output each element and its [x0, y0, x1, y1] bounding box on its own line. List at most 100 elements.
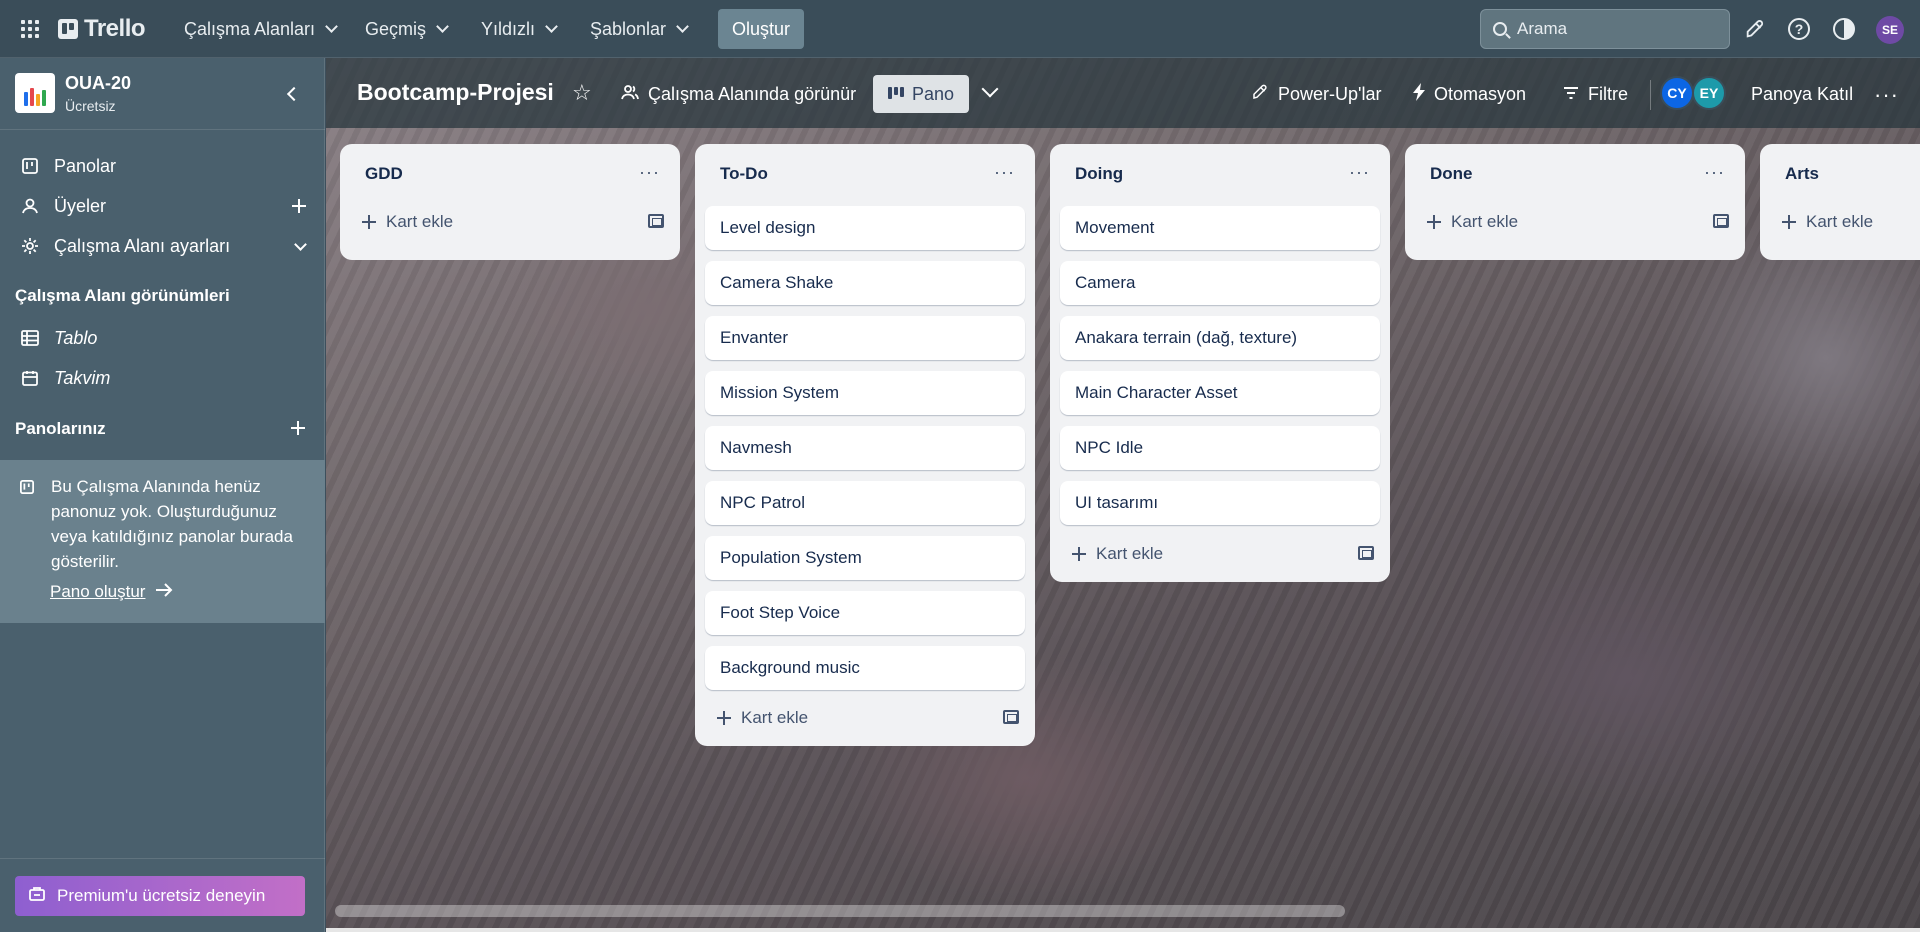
create-board-link[interactable]: Pano oluştur: [50, 582, 173, 602]
create-button[interactable]: Oluştur: [718, 9, 804, 49]
card-template-icon[interactable]: [1713, 214, 1729, 228]
board-title[interactable]: Bootcamp-Projesi: [357, 79, 554, 106]
premium-label: Premium'u ücretsiz deneyin: [57, 886, 266, 905]
list-title[interactable]: Arts: [1785, 164, 1819, 184]
card[interactable]: Camera: [1060, 261, 1380, 305]
search-box[interactable]: [1480, 9, 1730, 49]
horizontal-scrollbar[interactable]: [335, 905, 1345, 917]
sidebar-item-label: Çalışma Alanı ayarları: [54, 235, 231, 256]
member-avatar[interactable]: EY: [1692, 76, 1726, 110]
card[interactable]: Mission System: [705, 371, 1025, 415]
chevron-down-icon: [325, 20, 338, 33]
list-menu-icon[interactable]: ···: [1704, 162, 1725, 183]
card-template-icon[interactable]: [1003, 710, 1019, 724]
create-board-link-label: Pano oluştur: [50, 582, 146, 601]
workspace-plan: Ücretsiz: [65, 98, 116, 114]
card[interactable]: Movement: [1060, 206, 1380, 250]
card[interactable]: Background music: [705, 646, 1025, 690]
collapse-sidebar-icon[interactable]: [280, 82, 304, 106]
join-board-button[interactable]: Panoya Katıl: [1743, 75, 1861, 113]
card[interactable]: NPC Idle: [1060, 426, 1380, 470]
lightning-icon: [1413, 82, 1425, 106]
card[interactable]: Anakara terrain (dağ, texture): [1060, 316, 1380, 360]
search-icon: [1493, 22, 1507, 36]
member-avatar[interactable]: CY: [1660, 76, 1694, 110]
sidebar-item-members[interactable]: Üyeler: [0, 186, 325, 226]
table-icon: [20, 328, 40, 348]
add-card-button[interactable]: Kart ekle: [1415, 202, 1685, 242]
premium-trial-button[interactable]: Premium'u ücretsiz deneyin: [15, 876, 305, 916]
card[interactable]: UI tasarımı: [1060, 481, 1380, 525]
divider: [1650, 80, 1651, 110]
list-menu-icon[interactable]: ···: [994, 162, 1015, 183]
workspace-logo-icon: [15, 73, 55, 113]
board-view-label: Pano: [911, 83, 955, 104]
list-title[interactable]: To-Do: [720, 164, 768, 184]
add-card-button[interactable]: Kart ekle: [1770, 202, 1920, 242]
menu-recent[interactable]: Geçmiş: [355, 13, 457, 45]
add-card-button[interactable]: Kart ekle: [705, 698, 975, 738]
sidebar-item-settings[interactable]: Çalışma Alanı ayarları: [0, 226, 325, 266]
app-switcher-icon[interactable]: [21, 20, 39, 38]
list-menu-icon[interactable]: ···: [1349, 162, 1370, 183]
board-icon: [20, 156, 40, 176]
card[interactable]: Camera Shake: [705, 261, 1025, 305]
card-template-icon[interactable]: [648, 214, 664, 228]
join-board-label: Panoya Katıl: [1751, 83, 1854, 104]
top-navigation-bar: Trello Çalışma Alanları Geçmiş Yıldızlı …: [0, 0, 1920, 58]
visibility-label: Çalışma Alanında görünür: [648, 83, 857, 104]
user-avatar[interactable]: SE: [1876, 16, 1904, 44]
card[interactable]: Navmesh: [705, 426, 1025, 470]
theme-icon[interactable]: [1832, 17, 1856, 41]
chevron-down-icon: [436, 20, 449, 33]
sidebar-item-label: Üyeler: [54, 195, 107, 216]
help-icon[interactable]: ?: [1787, 17, 1811, 41]
trello-logo[interactable]: Trello: [58, 15, 146, 43]
list-menu-icon[interactable]: ···: [639, 162, 660, 183]
search-input[interactable]: [1517, 19, 1707, 39]
bottom-edge: [326, 928, 1920, 932]
empty-boards-text: Bu Çalışma Alanında henüz panonuz yok. O…: [51, 477, 293, 571]
premium-icon: [29, 886, 45, 907]
add-board-icon[interactable]: [288, 418, 308, 438]
notifications-icon[interactable]: [1743, 17, 1767, 41]
card[interactable]: Foot Step Voice: [705, 591, 1025, 635]
chevron-down-icon: [676, 20, 689, 33]
add-card-label: Kart ekle: [741, 708, 809, 727]
sidebar: OUA-20 Ücretsiz Panolar Üyeler Çalışma A…: [0, 58, 325, 932]
logo-text: Trello: [84, 15, 146, 42]
menu-templates[interactable]: Şablonlar: [580, 13, 697, 45]
card[interactable]: NPC Patrol: [705, 481, 1025, 525]
chevron-down-icon[interactable]: [294, 237, 307, 251]
board-view-button[interactable]: Pano: [873, 75, 969, 113]
add-member-icon[interactable]: [289, 196, 309, 216]
menu-templates-label: Şablonlar: [590, 18, 667, 39]
powerups-button[interactable]: Power-Up'lar: [1243, 75, 1389, 113]
star-icon[interactable]: ☆: [572, 80, 592, 106]
list-title[interactable]: GDD: [365, 164, 403, 184]
card[interactable]: Level design: [705, 206, 1025, 250]
card-template-icon[interactable]: [1358, 546, 1374, 560]
list-title[interactable]: Done: [1430, 164, 1473, 184]
plus-icon: [1427, 215, 1441, 229]
visibility-button[interactable]: Çalışma Alanında görünür: [613, 75, 864, 113]
add-card-label: Kart ekle: [386, 212, 454, 231]
menu-workspaces[interactable]: Çalışma Alanları: [174, 13, 346, 45]
automation-button[interactable]: Otomasyon: [1405, 75, 1534, 113]
sidebar-item-calendar-view[interactable]: Takvim: [0, 358, 325, 398]
card[interactable]: Envanter: [705, 316, 1025, 360]
chevron-down-icon[interactable]: [981, 80, 999, 98]
add-card-button[interactable]: Kart ekle: [350, 202, 620, 242]
list-title[interactable]: Doing: [1075, 164, 1123, 184]
card[interactable]: Population System: [705, 536, 1025, 580]
filter-button[interactable]: Filtre: [1555, 75, 1636, 113]
card[interactable]: Main Character Asset: [1060, 371, 1380, 415]
sidebar-item-boards[interactable]: Panolar: [0, 146, 325, 186]
board-header: Bootcamp-Projesi ☆ Çalışma Alanında görü…: [326, 58, 1920, 128]
powerups-label: Power-Up'lar: [1278, 83, 1382, 104]
menu-starred[interactable]: Yıldızlı: [471, 13, 566, 45]
add-card-label: Kart ekle: [1451, 212, 1519, 231]
board-menu-icon[interactable]: ···: [1874, 82, 1899, 108]
sidebar-item-table-view[interactable]: Tablo: [0, 318, 325, 358]
add-card-button[interactable]: Kart ekle: [1060, 534, 1330, 574]
